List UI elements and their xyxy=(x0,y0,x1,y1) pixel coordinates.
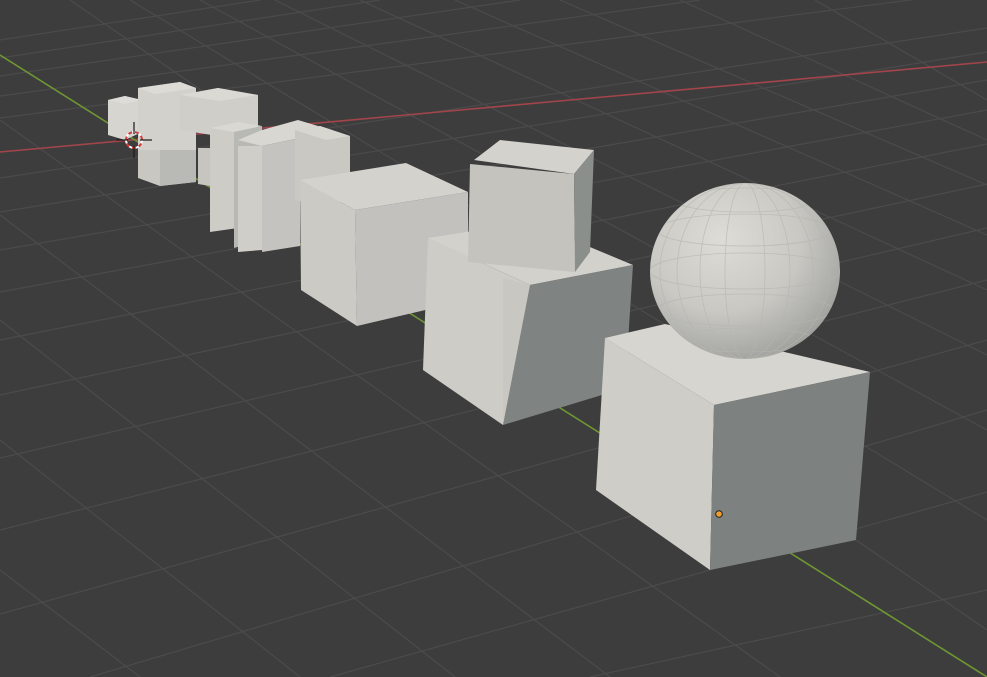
uv-sphere[interactable] xyxy=(650,183,840,359)
3d-viewport[interactable] xyxy=(0,0,987,677)
origin-point[interactable] xyxy=(715,510,723,518)
cube-stacked-top[interactable] xyxy=(468,140,594,272)
